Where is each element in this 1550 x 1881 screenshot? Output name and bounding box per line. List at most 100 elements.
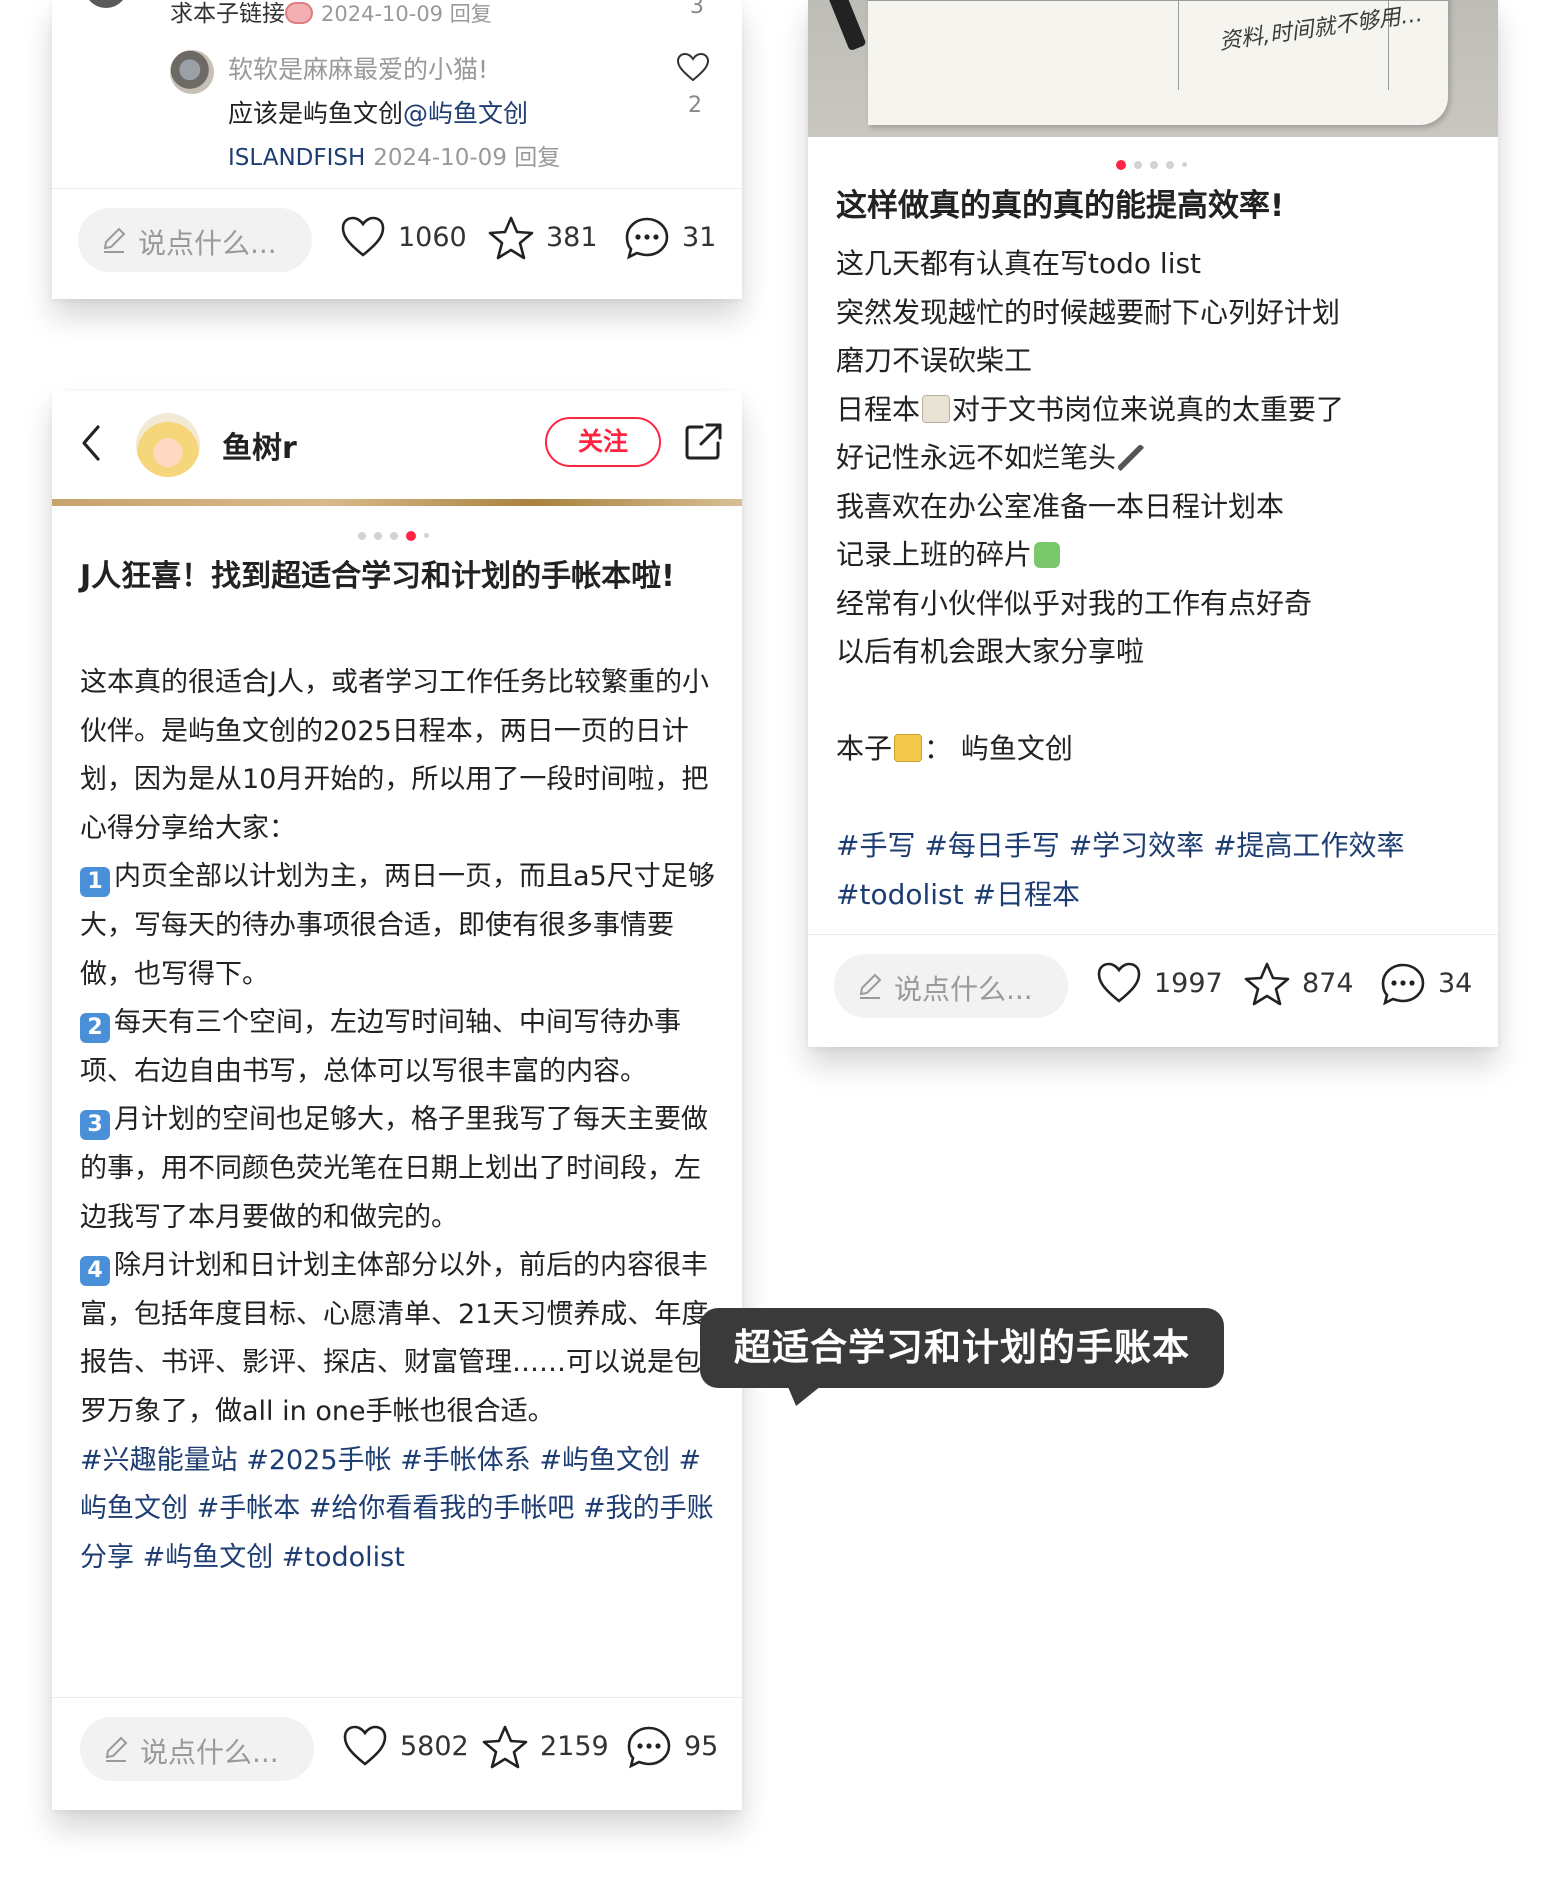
post-line: 这几天都有认真在写todo list	[836, 247, 1202, 280]
reply-meta: ISLANDFISH 2024-10-09 回复	[228, 138, 560, 172]
comment-button[interactable]: 95	[626, 1725, 726, 1771]
memo-emoji-icon	[922, 394, 951, 423]
reply-date-reply[interactable]: 2024-10-09 回复	[373, 145, 560, 171]
like-button[interactable]: 1997	[1096, 962, 1223, 1008]
post-tags[interactable]: #兴趣能量站 #2025手帐 #手帐体系 #屿鱼文创 #屿鱼文创 #手帐本 #给…	[80, 1437, 720, 1583]
like-button[interactable]: 1060	[340, 216, 467, 262]
page-dot-active	[406, 530, 416, 541]
follow-button[interactable]: 关注	[545, 417, 661, 467]
post-line: 记录上班的碎片	[836, 531, 1476, 580]
reply-like-count: 2	[688, 93, 702, 118]
notebook-grid-line	[1178, 0, 1179, 90]
comment-placeholder: 说点什么...	[140, 1736, 279, 1769]
puzzle-piece-emoji-icon	[1034, 542, 1061, 568]
reply-username[interactable]: 软软是麻麻最爱的小猫!	[228, 50, 488, 86]
comment-count: 31	[682, 222, 717, 253]
post-line-text: 对于文书岗位来说真的太重要了	[952, 392, 1345, 426]
action-bar: 说点什么... 1997 874 34	[808, 934, 1498, 1026]
post-body: 这本真的很适合J人，或者学习工作任务比较繁重的小伙伴。是屿鱼文创的2025日程本…	[80, 659, 720, 1582]
author-avatar[interactable]	[136, 413, 200, 477]
page-dot	[1166, 160, 1174, 169]
post-intro: 这本真的很适合J人，或者学习工作任务比较繁重的小伙伴。是屿鱼文创的2025日程本…	[80, 667, 709, 844]
comment-meta[interactable]: 2024-10-09 回复	[321, 2, 492, 26]
collect-count: 381	[546, 222, 598, 253]
post-point-text: 每天有三个空间，左边写时间轴、中间写待办事项、右边自由书写，总体可以写很丰富的内…	[80, 1007, 681, 1087]
page-dot	[1150, 160, 1158, 169]
page-dot	[358, 531, 366, 540]
post-tags[interactable]: #手写 #每日手写 #学习效率 #提高工作效率 #todolist #日程本	[836, 822, 1476, 919]
collect-button[interactable]: 874	[1244, 962, 1354, 1008]
comment-count: 34	[1438, 968, 1473, 999]
keycap-1-icon: 1	[80, 867, 110, 898]
comment-input[interactable]: 说点什么...	[78, 208, 312, 272]
heart-icon	[343, 1725, 387, 1766]
post-line: 经常有小伙伴似乎对我的工作有点好奇	[836, 586, 1313, 620]
keycap-3-icon: 3	[80, 1110, 110, 1141]
like-count: 5802	[400, 1731, 469, 1762]
back-arrow-icon[interactable]	[78, 423, 104, 463]
post-line-text: 好记性永远不如烂笔头	[836, 441, 1117, 474]
keycap-4-icon: 4	[80, 1256, 110, 1287]
image-pagination	[1112, 154, 1191, 170]
page-dot	[1182, 162, 1187, 167]
post-point-text: 除月计划和日计划主体部分以外，前后的内容很丰富，包括年度目标、心愿清单、21天习…	[80, 1250, 709, 1427]
post-line: 本子 ： 屿鱼文创	[836, 725, 1476, 774]
star-icon	[482, 1725, 528, 1769]
post-image[interactable]: 资料,时间就不够用…	[808, 0, 1498, 137]
comment-input[interactable]: 说点什么...	[834, 954, 1068, 1018]
notebook-grid-line	[868, 0, 1448, 1]
pencil-icon	[859, 973, 882, 999]
comment-placeholder: 说点什么...	[138, 227, 277, 260]
post-line: 好记性永远不如烂笔头	[836, 434, 1476, 483]
post-body: 这几天都有认真在写todo list 突然发现越忙的时候越要耐下心列好计划 磨刀…	[836, 240, 1476, 919]
notebook-page-image: 资料,时间就不够用…	[868, 0, 1448, 125]
post-point-4: 4 除月计划和日计划主体部分以外，前后的内容很丰富，包括年度目标、心愿清单、21天…	[80, 1242, 720, 1436]
tooltip-text: 超适合学习和计划的手账本	[734, 1326, 1190, 1369]
fountain-pen-emoji-icon	[1118, 445, 1145, 471]
reply-mention-link[interactable]: @屿鱼文创	[403, 99, 528, 128]
page-dot	[1134, 160, 1142, 169]
post-line: 突然发现越忙的时候越要耐下心列好计划	[836, 295, 1341, 329]
reply-avatar[interactable]	[170, 50, 214, 94]
handwriting-text: 资料,时间就不够用…	[1217, 1, 1425, 56]
collect-button[interactable]: 381	[488, 216, 598, 262]
notebook-emoji-icon	[894, 734, 923, 762]
star-icon	[488, 216, 534, 260]
post-line: 以后有机会跟大家分享啦	[836, 635, 1145, 668]
pencil-icon	[103, 227, 126, 253]
collect-button[interactable]: 2159	[482, 1725, 609, 1771]
collect-count: 874	[1302, 968, 1354, 999]
keycap-2-icon: 2	[80, 1013, 110, 1044]
post-point-1: 1 内页全部以计划为主，两日一页，而且a5尺寸足够大，写每天的待办事项很合适，即使…	[80, 853, 720, 999]
post-line: 日程本 对于文书岗位来说真的太重要了	[836, 386, 1476, 435]
share-icon[interactable]	[684, 421, 724, 461]
comment-card: 求本子链接 2024-10-09 回复 3 软软是麻麻最爱的小猫! 应该是屿鱼文创…	[52, 0, 742, 299]
star-icon	[1244, 962, 1290, 1006]
pencil-icon	[105, 1736, 128, 1762]
reply-heart-icon[interactable]	[676, 52, 710, 82]
post-card-right: 资料,时间就不够用… 这样做真的真的真的能提高效率! 这几天都有认真在写todo…	[808, 0, 1498, 1047]
pig-emoji-icon	[285, 2, 313, 24]
callout-tooltip: 超适合学习和计划的手账本	[700, 1308, 1224, 1406]
action-bar: 说点什么... 1060 381 31	[52, 188, 742, 280]
post-title: J人狂喜！找到超适合学习和计划的手帐本啦!	[80, 559, 675, 594]
heart-icon	[341, 216, 385, 257]
comment-button[interactable]: 34	[1380, 962, 1480, 1008]
post-image[interactable]	[52, 499, 742, 506]
author-name[interactable]: 鱼树r	[222, 423, 297, 467]
like-count: 1060	[398, 222, 467, 253]
post-point-2: 2 每天有三个空间，左边写时间轴、中间写待办事项、右边自由书写，总体可以写很丰富的…	[80, 999, 720, 1096]
post-point-3: 3 月计划的空间也足够大，格子里我写了每天主要做的事，用不同颜色荧光笔在日期上划出…	[80, 1096, 720, 1242]
comment-like-count: 3	[690, 0, 704, 19]
reply-text: 应该是屿鱼文创@屿鱼文创	[228, 94, 528, 130]
like-button[interactable]: 5802	[342, 1725, 469, 1771]
page-dot-active	[1116, 159, 1126, 170]
commenter-avatar[interactable]	[84, 0, 128, 8]
comment-input[interactable]: 说点什么...	[80, 1717, 314, 1781]
comment-button[interactable]: 31	[624, 216, 724, 262]
post-line-text: 日程本	[836, 392, 921, 426]
comment-bubble-icon	[627, 1726, 671, 1769]
reply-nickname[interactable]: ISLANDFISH	[228, 145, 365, 171]
